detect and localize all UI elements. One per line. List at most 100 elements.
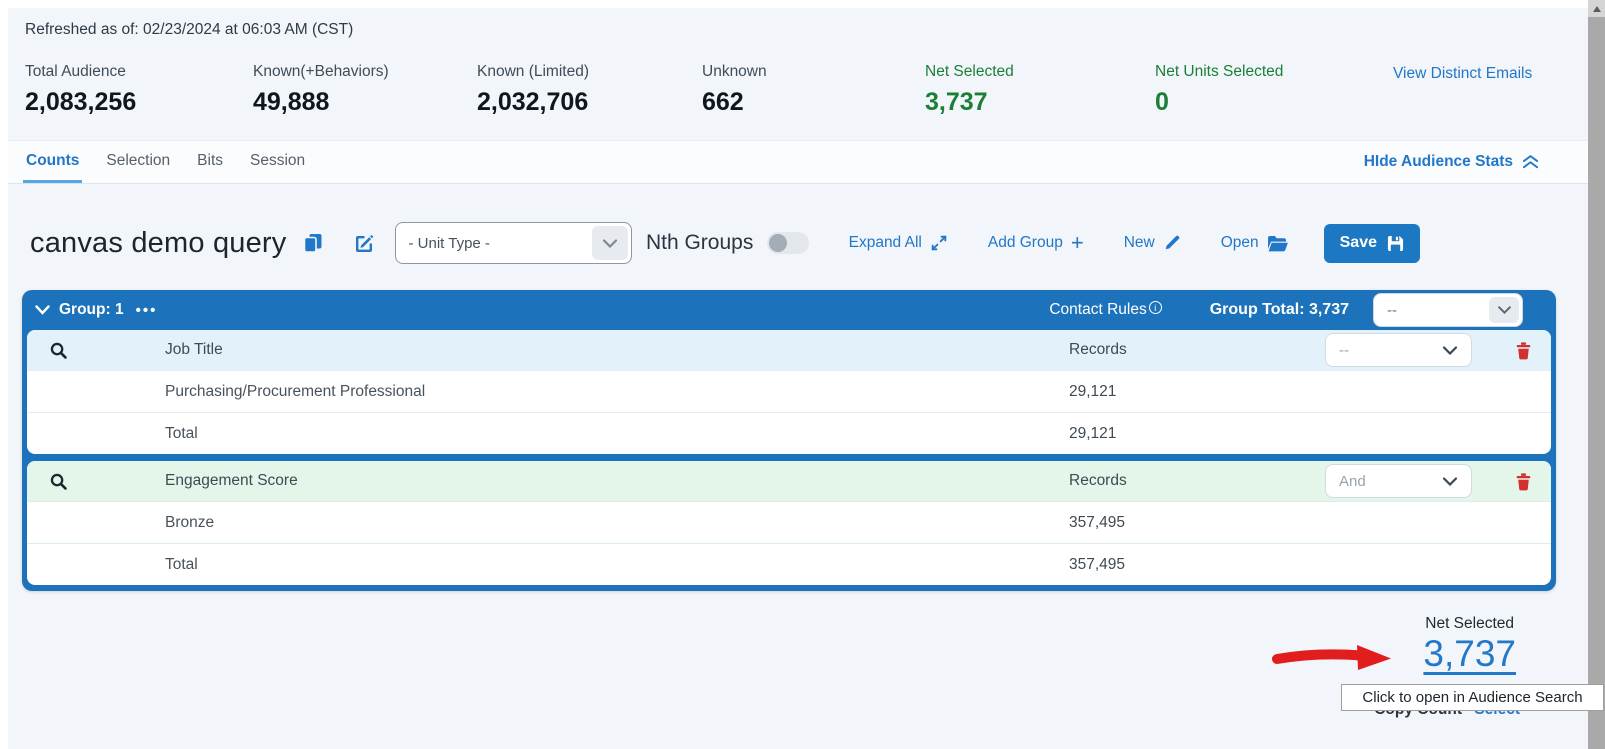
criteria-header-row: Engagement Score Records And bbox=[27, 461, 1551, 501]
chevron-down-icon bbox=[1489, 297, 1519, 323]
stat-known-behaviors: Known(+Behaviors) 49,888 bbox=[253, 63, 389, 117]
chevron-down-icon bbox=[1432, 333, 1468, 367]
criteria-block-job-title: Job Title Records -- bbox=[27, 330, 1551, 454]
criteria-operator-value: And bbox=[1326, 473, 1429, 490]
stat-net-units-selected: Net Units Selected 0 bbox=[1155, 63, 1283, 117]
floppy-save-icon bbox=[1387, 235, 1404, 252]
search-icon[interactable] bbox=[49, 341, 68, 360]
nth-groups-toggle[interactable] bbox=[767, 232, 808, 254]
records-column-header: Records bbox=[1069, 341, 1319, 359]
group-operator-value: -- bbox=[1374, 302, 1486, 319]
stat-label: Unknown bbox=[702, 63, 767, 81]
tab-session[interactable]: Session bbox=[247, 141, 308, 183]
stat-value: 49,888 bbox=[253, 88, 389, 117]
save-button[interactable]: Save bbox=[1324, 224, 1420, 263]
unit-type-value: - Unit Type - bbox=[396, 235, 589, 252]
group-card: Group: 1 ••• Contact Rulesi Group Total:… bbox=[22, 290, 1556, 591]
criteria-operator-select[interactable]: And bbox=[1325, 464, 1472, 498]
stat-value: 2,083,256 bbox=[25, 88, 136, 117]
net-selected-label: Net Selected bbox=[1425, 615, 1514, 633]
search-icon[interactable] bbox=[49, 472, 68, 491]
tab-bits[interactable]: Bits bbox=[194, 141, 226, 183]
chevron-down-icon bbox=[1432, 464, 1468, 498]
criteria-operator-value: -- bbox=[1326, 342, 1429, 359]
criteria-total-count: 357,495 bbox=[1069, 556, 1319, 574]
collapse-group-icon[interactable] bbox=[35, 305, 50, 315]
records-column-header: Records bbox=[1069, 472, 1319, 490]
criteria-total-label: Total bbox=[165, 425, 1069, 443]
red-arrow-annotation bbox=[1272, 642, 1394, 677]
criteria-total-row: Total 29,121 bbox=[27, 412, 1551, 454]
criteria-operator-select[interactable]: -- bbox=[1325, 333, 1472, 367]
criteria-block-engagement-score: Engagement Score Records And bbox=[27, 461, 1551, 585]
net-selected-link[interactable]: 3,737 bbox=[1423, 633, 1516, 675]
main-content: canvas demo query - Unit Type - Nth Grou… bbox=[8, 184, 1588, 749]
criteria-header-row: Job Title Records -- bbox=[27, 330, 1551, 370]
stat-value: 0 bbox=[1155, 88, 1283, 117]
query-toolbar: canvas demo query - Unit Type - Nth Grou… bbox=[30, 214, 1588, 272]
stat-value: 2,032,706 bbox=[477, 88, 589, 117]
group-header: Group: 1 ••• Contact Rulesi Group Total:… bbox=[27, 290, 1551, 330]
view-distinct-emails-link[interactable]: View Distinct Emails bbox=[1393, 65, 1532, 83]
scroll-up-button[interactable] bbox=[1588, 0, 1605, 17]
stat-label: Known(+Behaviors) bbox=[253, 63, 389, 81]
chevron-down-icon bbox=[592, 226, 628, 260]
stat-unknown: Unknown 662 bbox=[702, 63, 767, 117]
stat-total-audience: Total Audience 2,083,256 bbox=[25, 63, 136, 117]
criteria-value-row: Bronze 357,495 bbox=[27, 501, 1551, 543]
group-menu-icon[interactable]: ••• bbox=[136, 302, 158, 319]
contact-rules-label: Contact Rules bbox=[1049, 301, 1146, 318]
vertical-scrollbar[interactable] bbox=[1588, 0, 1605, 749]
criteria-total-row: Total 357,495 bbox=[27, 543, 1551, 585]
criteria-value-label: Bronze bbox=[165, 514, 1069, 532]
new-label: New bbox=[1124, 234, 1155, 252]
group-header-right: Contact Rulesi Group Total: 3,737 -- bbox=[1049, 293, 1551, 327]
scrollbar-thumb[interactable] bbox=[1588, 17, 1605, 749]
tabs-bar: Counts Selection Bits Session HIde Audie… bbox=[8, 140, 1588, 184]
open-label: Open bbox=[1221, 234, 1259, 252]
criteria-value-count: 357,495 bbox=[1069, 514, 1319, 532]
stat-known-limited: Known (Limited) 2,032,706 bbox=[477, 63, 589, 117]
delete-criteria-icon[interactable] bbox=[1515, 341, 1532, 360]
edit-icon[interactable] bbox=[353, 233, 373, 253]
hide-audience-stats-label: HIde Audience Stats bbox=[1364, 153, 1513, 171]
open-button[interactable]: Open bbox=[1221, 234, 1288, 252]
criteria-value-count: 29,121 bbox=[1069, 383, 1319, 401]
info-icon: i bbox=[1149, 301, 1162, 314]
copy-icon[interactable] bbox=[303, 233, 323, 253]
audience-stats-panel: Refreshed as of: 02/23/2024 at 06:03 AM … bbox=[8, 8, 1588, 140]
nth-groups-label: Nth Groups bbox=[646, 231, 753, 255]
net-selected-tooltip: Click to open in Audience Search bbox=[1341, 684, 1604, 711]
tab-selection[interactable]: Selection bbox=[103, 141, 173, 183]
add-group-label: Add Group bbox=[988, 234, 1063, 252]
save-label: Save bbox=[1340, 234, 1377, 252]
criteria-value-row: Purchasing/Procurement Professional 29,1… bbox=[27, 370, 1551, 412]
criteria-name: Job Title bbox=[165, 341, 1069, 359]
group-operator-select[interactable]: -- bbox=[1373, 293, 1523, 327]
folder-open-icon bbox=[1267, 235, 1288, 252]
stat-label: Total Audience bbox=[25, 63, 136, 81]
double-chevron-up-icon bbox=[1521, 154, 1540, 170]
query-name: canvas demo query bbox=[30, 227, 287, 260]
expand-all-button[interactable]: Expand All bbox=[849, 234, 948, 252]
scroll-up-arrow-icon bbox=[1593, 6, 1601, 12]
stat-value: 662 bbox=[702, 88, 767, 117]
add-group-button[interactable]: Add Group + bbox=[988, 234, 1084, 252]
stat-label: Known (Limited) bbox=[477, 63, 589, 81]
hide-audience-stats-link[interactable]: HIde Audience Stats bbox=[1364, 141, 1540, 183]
criteria-total-label: Total bbox=[165, 556, 1069, 574]
group-title: Group: 1 bbox=[59, 301, 124, 319]
criteria-value-label: Purchasing/Procurement Professional bbox=[165, 383, 1069, 401]
refreshed-timestamp: Refreshed as of: 02/23/2024 at 06:03 AM … bbox=[25, 21, 353, 39]
delete-criteria-icon[interactable] bbox=[1515, 472, 1532, 491]
tab-counts[interactable]: Counts bbox=[23, 141, 82, 183]
expand-all-label: Expand All bbox=[849, 234, 922, 252]
stat-label: Net Selected bbox=[925, 63, 1014, 81]
stat-label: Net Units Selected bbox=[1155, 63, 1283, 81]
toggle-knob bbox=[769, 234, 787, 252]
unit-type-select[interactable]: - Unit Type - bbox=[395, 222, 632, 264]
contact-rules-link[interactable]: Contact Rulesi bbox=[1049, 301, 1161, 319]
criteria-total-count: 29,121 bbox=[1069, 425, 1319, 443]
new-button[interactable]: New bbox=[1124, 234, 1181, 252]
stat-value: 3,737 bbox=[925, 88, 1014, 117]
